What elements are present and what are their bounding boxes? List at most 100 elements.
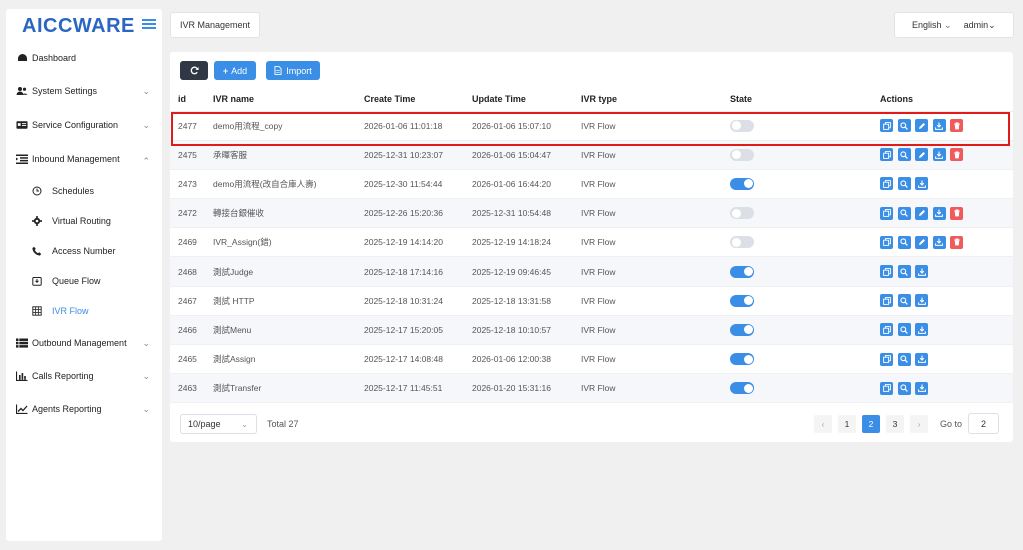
cell-actions [880, 256, 1013, 287]
cell-ivr-type: IVR Flow [581, 256, 730, 287]
view-button[interactable] [897, 294, 911, 308]
user-menu[interactable]: admin⌄ [964, 20, 996, 31]
copy-button[interactable] [880, 235, 893, 249]
copy-button[interactable] [880, 352, 893, 366]
next-page-button[interactable]: › [910, 415, 928, 433]
copy-button[interactable] [880, 148, 893, 162]
clock-icon [32, 186, 44, 196]
download-button[interactable] [915, 265, 928, 279]
copy-icon [882, 209, 891, 218]
copy-icon [882, 150, 891, 159]
state-toggle[interactable] [730, 236, 754, 249]
gear-icon [32, 216, 44, 226]
logo-row: AICCWARE [6, 9, 162, 43]
sidebar-item-inbound-management[interactable]: Inbound Management ⌃ [6, 149, 162, 169]
download-button[interactable] [915, 323, 928, 337]
view-button[interactable] [897, 381, 911, 395]
view-button[interactable] [897, 265, 911, 279]
refresh-button[interactable] [180, 61, 208, 80]
sidebar-item-label: Virtual Routing [52, 216, 111, 226]
sidebar-item-dashboard[interactable]: Dashboard [6, 48, 162, 68]
cell-create-time: 2025-12-30 11:54:44 [364, 169, 472, 200]
cell-update-time: 2025-12-18 10:10:57 [472, 315, 581, 346]
sidebar-item-calls-reporting[interactable]: Calls Reporting ⌄ [6, 366, 162, 386]
add-button[interactable]: + Add [214, 61, 256, 80]
search-icon [900, 151, 908, 159]
state-toggle[interactable] [730, 323, 754, 336]
sidebar-item-label: System Settings [32, 86, 98, 96]
list-indent-icon [16, 154, 28, 164]
id-card-icon [16, 120, 28, 130]
view-button[interactable] [897, 206, 911, 220]
download-button[interactable] [932, 235, 946, 249]
view-button[interactable] [897, 177, 911, 191]
search-icon [900, 384, 908, 393]
view-button[interactable] [897, 323, 911, 337]
sidebar-item-outbound-management[interactable]: Outbound Management ⌄ [6, 333, 162, 353]
state-toggle[interactable] [730, 148, 754, 161]
menu-toggle-icon[interactable] [142, 19, 156, 31]
download-button[interactable] [915, 352, 928, 366]
edit-button[interactable] [915, 206, 928, 220]
download-button[interactable] [915, 381, 928, 395]
sidebar-item-system-settings[interactable]: System Settings ⌄ [6, 81, 162, 101]
view-button[interactable] [897, 235, 911, 249]
copy-button[interactable] [880, 294, 893, 308]
table-row: 2467 測試 HTTP 2025-12-18 10:31:24 2025-12-18… [170, 286, 1013, 316]
sidebar-item-agents-reporting[interactable]: Agents Reporting ⌄ [6, 399, 162, 419]
state-toggle[interactable] [730, 353, 754, 366]
prev-page-button[interactable]: ‹ [814, 415, 832, 433]
cell-ivr-type: IVR Flow [581, 315, 730, 346]
cell-actions [880, 315, 1013, 346]
state-toggle[interactable] [730, 382, 754, 395]
view-button[interactable] [897, 352, 911, 366]
state-toggle[interactable] [730, 265, 754, 278]
delete-button[interactable] [950, 235, 963, 249]
cell-ivr-type: IVR Flow [581, 286, 730, 316]
page-size-select[interactable]: 10/page ⌄ [180, 414, 257, 434]
copy-button[interactable] [880, 265, 893, 279]
copy-button[interactable] [880, 323, 893, 337]
page-size-label: 10/page [188, 419, 221, 429]
download-button[interactable] [915, 177, 928, 191]
sidebar-subitem-schedules[interactable]: Schedules [6, 181, 162, 201]
main-panel: + Add Import id IVR name Create Time Upda… [170, 52, 1013, 442]
delete-button[interactable] [950, 148, 963, 162]
cell-actions [880, 227, 1013, 258]
edit-button[interactable] [915, 148, 928, 162]
copy-button[interactable] [880, 381, 893, 395]
page-button-current[interactable]: 2 [862, 415, 880, 433]
view-button[interactable] [897, 148, 911, 162]
cell-state [730, 373, 880, 404]
import-button[interactable]: Import [266, 61, 320, 80]
cell-create-time: 2025-12-17 14:08:48 [364, 344, 472, 375]
sidebar-subitem-queue-flow[interactable]: Queue Flow [6, 271, 162, 291]
page-button[interactable]: 1 [838, 415, 856, 433]
cell-state [730, 286, 880, 316]
page-button[interactable]: 3 [886, 415, 904, 433]
goto-input[interactable]: 2 [968, 413, 999, 434]
delete-button[interactable] [950, 206, 963, 220]
copy-button[interactable] [880, 206, 893, 220]
state-toggle[interactable] [730, 294, 754, 307]
table-row: 2463 測試Transfer 2025-12-17 11:45:51 2026-01… [170, 373, 1013, 404]
state-toggle[interactable] [730, 207, 754, 220]
sidebar-subitem-virtual-routing[interactable]: Virtual Routing [6, 211, 162, 231]
sidebar-subitem-access-number[interactable]: Access Number [6, 241, 162, 261]
download-button[interactable] [932, 148, 946, 162]
search-icon [900, 267, 908, 276]
copy-button[interactable] [880, 177, 893, 191]
search-icon [900, 209, 908, 218]
trash-icon [953, 151, 961, 159]
download-button[interactable] [915, 294, 928, 308]
chevron-down-icon: ⌄ [142, 338, 150, 348]
add-label: Add [231, 65, 248, 76]
edit-button[interactable] [915, 235, 928, 249]
sidebar-subitem-ivr-flow[interactable]: IVR Flow [6, 301, 162, 321]
sidebar-item-service-configuration[interactable]: Service Configuration ⌄ [6, 115, 162, 135]
download-button[interactable] [932, 206, 946, 220]
tab-ivr-management[interactable]: IVR Management [170, 12, 260, 38]
language-select[interactable]: English ⌄ [912, 20, 952, 31]
state-toggle[interactable] [730, 177, 754, 190]
cell-create-time: 2025-12-19 14:14:20 [364, 227, 472, 258]
